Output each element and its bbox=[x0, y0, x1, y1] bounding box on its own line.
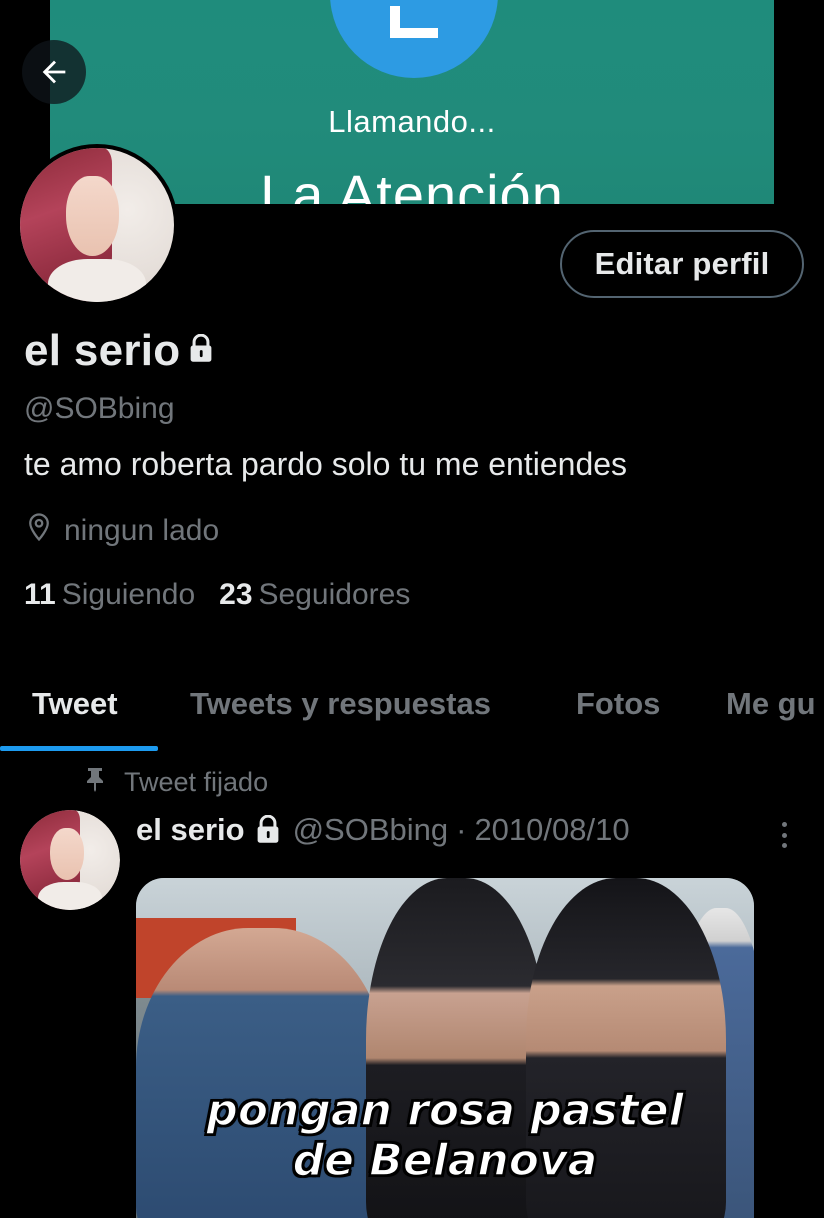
following-label: Siguiendo bbox=[61, 578, 196, 611]
banner-contact-avatar bbox=[330, 0, 498, 78]
following-link[interactable]: 11 Siguiendo bbox=[24, 578, 195, 612]
followers-link[interactable]: 23 Seguidores bbox=[219, 578, 410, 612]
lock-icon bbox=[253, 815, 283, 845]
tweet-avatar-photo bbox=[20, 810, 120, 910]
tab-likes[interactable]: Me gu bbox=[726, 686, 816, 722]
pin-icon bbox=[84, 766, 106, 799]
pinned-tweet-label: Tweet fijado bbox=[84, 766, 268, 799]
profile-tabs: Tweet Tweets y respuestas Fotos Me gu bbox=[0, 664, 824, 752]
tweet-author-name[interactable]: el serio bbox=[136, 812, 245, 848]
location-text: ningun lado bbox=[64, 514, 220, 547]
tweet-media-image[interactable]: pongan rosa pastel de Belanova bbox=[136, 878, 754, 1218]
display-name: el serio bbox=[24, 326, 181, 375]
profile-username: @SOBbing bbox=[24, 392, 175, 425]
tweet-header-separator: · bbox=[456, 812, 467, 847]
profile-location: ningun lado bbox=[24, 512, 219, 550]
tab-tweets-and-replies[interactable]: Tweets y respuestas bbox=[190, 686, 491, 722]
pinned-label-text: Tweet fijado bbox=[124, 767, 269, 797]
tab-tweets[interactable]: Tweet bbox=[32, 686, 118, 722]
edit-profile-button[interactable]: Editar perfil bbox=[560, 230, 804, 298]
tweet-author-handle[interactable]: @SOBbing bbox=[293, 812, 449, 848]
meme-caption-line-1: pongan rosa pastel bbox=[206, 1085, 685, 1137]
tweet-date[interactable]: 2010/08/10 bbox=[474, 812, 629, 848]
followers-count: 23 bbox=[219, 578, 253, 611]
tweet-author-avatar[interactable] bbox=[20, 810, 120, 910]
profile-avatar[interactable] bbox=[16, 144, 178, 306]
banner-calling-text: Llamando... bbox=[328, 104, 496, 139]
meme-caption-line-2: de Belanova bbox=[292, 1135, 598, 1187]
follow-stats: 11 Siguiendo 23 Seguidores bbox=[24, 578, 410, 612]
followers-label: Seguidores bbox=[258, 578, 411, 611]
tab-photos[interactable]: Fotos bbox=[576, 686, 660, 722]
meme-caption: pongan rosa pastel de Belanova bbox=[136, 1085, 754, 1187]
back-button[interactable] bbox=[22, 40, 86, 104]
display-name-row: el serio bbox=[24, 326, 215, 376]
lock-icon bbox=[187, 333, 215, 369]
more-vertical-icon[interactable] bbox=[770, 818, 798, 852]
location-pin-icon bbox=[24, 512, 54, 550]
tweet-header: el serio @SOBbing · 2010/08/10 bbox=[136, 812, 630, 848]
active-tab-indicator bbox=[0, 746, 158, 751]
profile-bio: te amo roberta pardo solo tu me entiende… bbox=[24, 446, 628, 482]
banner-contact-initial bbox=[390, 6, 438, 38]
following-count: 11 bbox=[24, 578, 56, 611]
avatar-photo bbox=[20, 148, 174, 302]
arrow-left-icon bbox=[37, 55, 71, 89]
